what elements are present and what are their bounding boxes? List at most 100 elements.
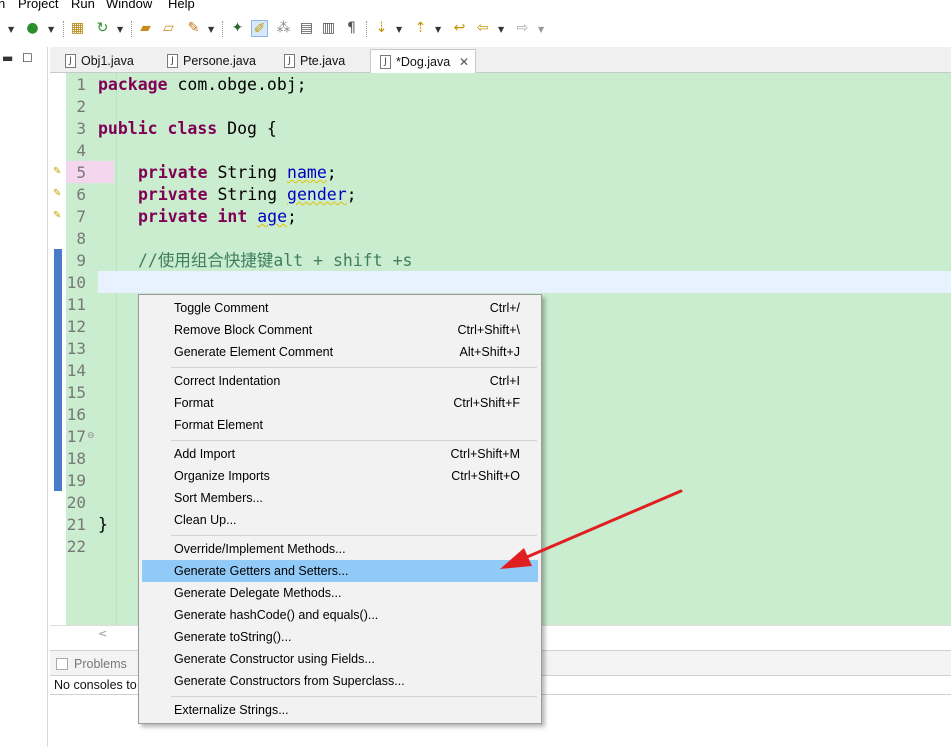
- new-package-icon[interactable]: ▦: [69, 20, 86, 37]
- tab-problems[interactable]: Problems: [56, 655, 127, 673]
- ruler-divider: [116, 73, 117, 625]
- menu-item-override-implement-methods[interactable]: Override/Implement Methods...: [142, 538, 538, 560]
- menu-item-label: Generate Element Comment: [174, 345, 334, 359]
- menu-item-label: Generate Constructor using Fields...: [174, 652, 375, 666]
- menu-item-format[interactable]: Format Ctrl+Shift+F: [142, 392, 538, 414]
- debug-icon[interactable]: ●: [24, 20, 41, 37]
- dropdown-arrow-icon[interactable]: ▼: [117, 21, 123, 38]
- line-number: 6: [76, 185, 86, 204]
- menu-item-correct-indentation[interactable]: Correct Indentation Ctrl+I: [142, 370, 538, 392]
- code-line: }: [98, 515, 108, 534]
- back-arrow-icon[interactable]: ⇦: [474, 20, 491, 37]
- tab-persone-java[interactable]: J Persone.java: [158, 49, 268, 73]
- search-icon[interactable]: ✎: [185, 20, 202, 37]
- maximize-icon[interactable]: ☐: [22, 51, 33, 65]
- main-toolbar: ▼ ● ▼ ▦ ↻ ▼ ▰ ▱ ✎ ▼ ✦ ✐ ⁂ ▤ ▥ ¶ ⇣ ▼ ⇡ ▼ …: [0, 11, 951, 47]
- change-marker: [54, 249, 62, 271]
- dropdown-arrow-icon[interactable]: ▼: [8, 21, 14, 38]
- dropdown-arrow-icon[interactable]: ▼: [208, 21, 214, 38]
- menu-item-help[interactable]: Help: [168, 0, 195, 11]
- menu-item-shortcut: Ctrl+I: [489, 374, 520, 388]
- menu-item-label: Correct Indentation: [174, 374, 281, 388]
- run-icon[interactable]: ↻: [94, 20, 111, 37]
- close-tab-icon[interactable]: ✕: [459, 50, 469, 74]
- line-number: 21: [66, 515, 86, 534]
- menu-item-label: Remove Block Comment: [174, 323, 313, 337]
- menu-item-window[interactable]: Window: [106, 0, 152, 11]
- menu-item-add-import[interactable]: Add Import Ctrl+Shift+M: [142, 443, 538, 465]
- line-number: 9: [76, 251, 86, 270]
- menu-item-label: Generate Constructors from Superclass...: [174, 674, 405, 688]
- menu-item-generate-tostring[interactable]: Generate toString()...: [142, 626, 538, 648]
- menu-item-generate-constructors-superclass[interactable]: Generate Constructors from Superclass...: [142, 670, 538, 692]
- tab-pte-java[interactable]: J Pte.java: [275, 49, 365, 73]
- comment-line: //使用组合快捷键alt + shift +s: [138, 251, 413, 270]
- menu-bar: n Project Run Window Help: [0, 0, 951, 11]
- menu-item-clean-up[interactable]: Clean Up...: [142, 509, 538, 531]
- warning-icon[interactable]: ✎: [53, 166, 65, 178]
- toggle-highlight-icon[interactable]: ✐: [251, 20, 268, 37]
- menu-item-format-element[interactable]: Format Element: [142, 414, 538, 436]
- dropdown-arrow-icon[interactable]: ▼: [538, 21, 544, 38]
- menu-item-project[interactable]: Project: [18, 0, 58, 11]
- open-type-icon[interactable]: ▱: [160, 20, 177, 37]
- current-line-highlight: [98, 271, 951, 293]
- keyword: public class: [98, 119, 218, 138]
- show-whitespace-icon[interactable]: ⁂: [275, 20, 292, 37]
- menu-item-toggle-comment[interactable]: Toggle Comment Ctrl+/: [142, 297, 538, 319]
- show-paragraph-icon[interactable]: ¶: [343, 20, 360, 37]
- menu-item-generate-constructor-fields[interactable]: Generate Constructor using Fields...: [142, 648, 538, 670]
- annotation-arrow: [500, 489, 683, 569]
- java-file-icon: J: [65, 54, 76, 68]
- open-folder-icon[interactable]: ▰: [137, 20, 154, 37]
- menu-item-shortcut: Ctrl+Shift+F: [453, 396, 520, 410]
- line-number: 17: [66, 427, 86, 446]
- minimize-icon[interactable]: ▬: [2, 51, 13, 65]
- code-text: Dog {: [217, 119, 277, 138]
- dropdown-arrow-icon[interactable]: ▼: [396, 21, 402, 38]
- menu-item-generate-getters-setters[interactable]: Generate Getters and Setters...: [142, 560, 538, 582]
- code-line: public class Dog {: [98, 118, 277, 140]
- fold-collapse-icon[interactable]: ⊖: [87, 431, 95, 441]
- arrow-head: [500, 548, 532, 569]
- arrow-shaft: [518, 489, 683, 562]
- menu-item-run[interactable]: Run: [71, 0, 95, 11]
- block-select-icon[interactable]: ▤: [298, 20, 315, 37]
- toolbar-separator: [63, 21, 64, 37]
- dropdown-arrow-icon[interactable]: ▼: [48, 21, 54, 38]
- code-text: com.obge.obj;: [167, 75, 307, 94]
- dropdown-arrow-icon[interactable]: ▼: [498, 21, 504, 38]
- previous-annotation-icon[interactable]: ⇡: [412, 20, 429, 37]
- menu-separator: [171, 440, 537, 441]
- forward-arrow-icon[interactable]: ⇨: [514, 20, 531, 37]
- warning-icon[interactable]: ✎: [53, 188, 65, 200]
- word-wrap-icon[interactable]: ▥: [320, 20, 337, 37]
- menu-item-navigate[interactable]: n: [0, 0, 5, 11]
- toggle-mark-icon[interactable]: ✦: [229, 20, 246, 37]
- toolbar-separator: [366, 21, 367, 37]
- warning-icon[interactable]: ✎: [53, 210, 65, 222]
- keyword: private: [138, 163, 208, 182]
- line-number: 2: [76, 97, 86, 116]
- menu-item-generate-element-comment[interactable]: Generate Element Comment Alt+Shift+J: [142, 341, 538, 363]
- tab-label: Pte.java: [300, 54, 346, 68]
- menu-item-label: Generate Getters and Setters...: [174, 564, 349, 578]
- scroll-left-icon[interactable]: <: [98, 627, 107, 640]
- menu-item-label: Clean Up...: [174, 513, 237, 527]
- dropdown-arrow-icon[interactable]: ▼: [435, 21, 441, 38]
- menu-item-generate-delegate-methods[interactable]: Generate Delegate Methods...: [142, 582, 538, 604]
- last-edit-location-icon[interactable]: ↩: [451, 20, 468, 37]
- line-number: 16: [66, 405, 86, 424]
- tab-obj1-java[interactable]: J Obj1.java: [56, 49, 166, 73]
- menu-item-label: Format Element: [174, 418, 263, 432]
- next-annotation-icon[interactable]: ⇣: [373, 20, 390, 37]
- menu-item-organize-imports[interactable]: Organize Imports Ctrl+Shift+O: [142, 465, 538, 487]
- menu-item-remove-block-comment[interactable]: Remove Block Comment Ctrl+Shift+\: [142, 319, 538, 341]
- menu-separator: [171, 367, 537, 368]
- menu-item-label: Generate toString()...: [174, 630, 292, 644]
- menu-item-generate-hashcode-equals[interactable]: Generate hashCode() and equals()...: [142, 604, 538, 626]
- menu-item-label: Generate Delegate Methods...: [174, 586, 342, 600]
- menu-item-sort-members[interactable]: Sort Members...: [142, 487, 538, 509]
- menu-item-externalize-strings[interactable]: Externalize Strings...: [142, 699, 538, 721]
- tab-dog-java[interactable]: J *Dog.java ✕: [370, 49, 476, 73]
